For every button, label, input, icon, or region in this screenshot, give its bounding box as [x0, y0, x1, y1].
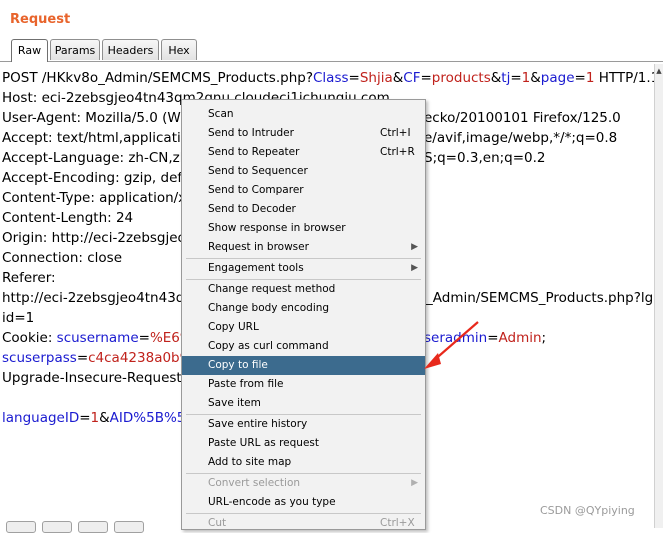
annotation-arrow-shaft — [431, 321, 479, 363]
bottom-button[interactable] — [78, 521, 108, 533]
bottom-button[interactable] — [114, 521, 144, 533]
bottom-button[interactable] — [6, 521, 36, 533]
bottom-button[interactable] — [42, 521, 72, 533]
annotation-arrow — [424, 321, 479, 369]
watermark: CSDN @QYpiying — [540, 504, 635, 517]
annotation-arrow-head — [424, 353, 441, 369]
